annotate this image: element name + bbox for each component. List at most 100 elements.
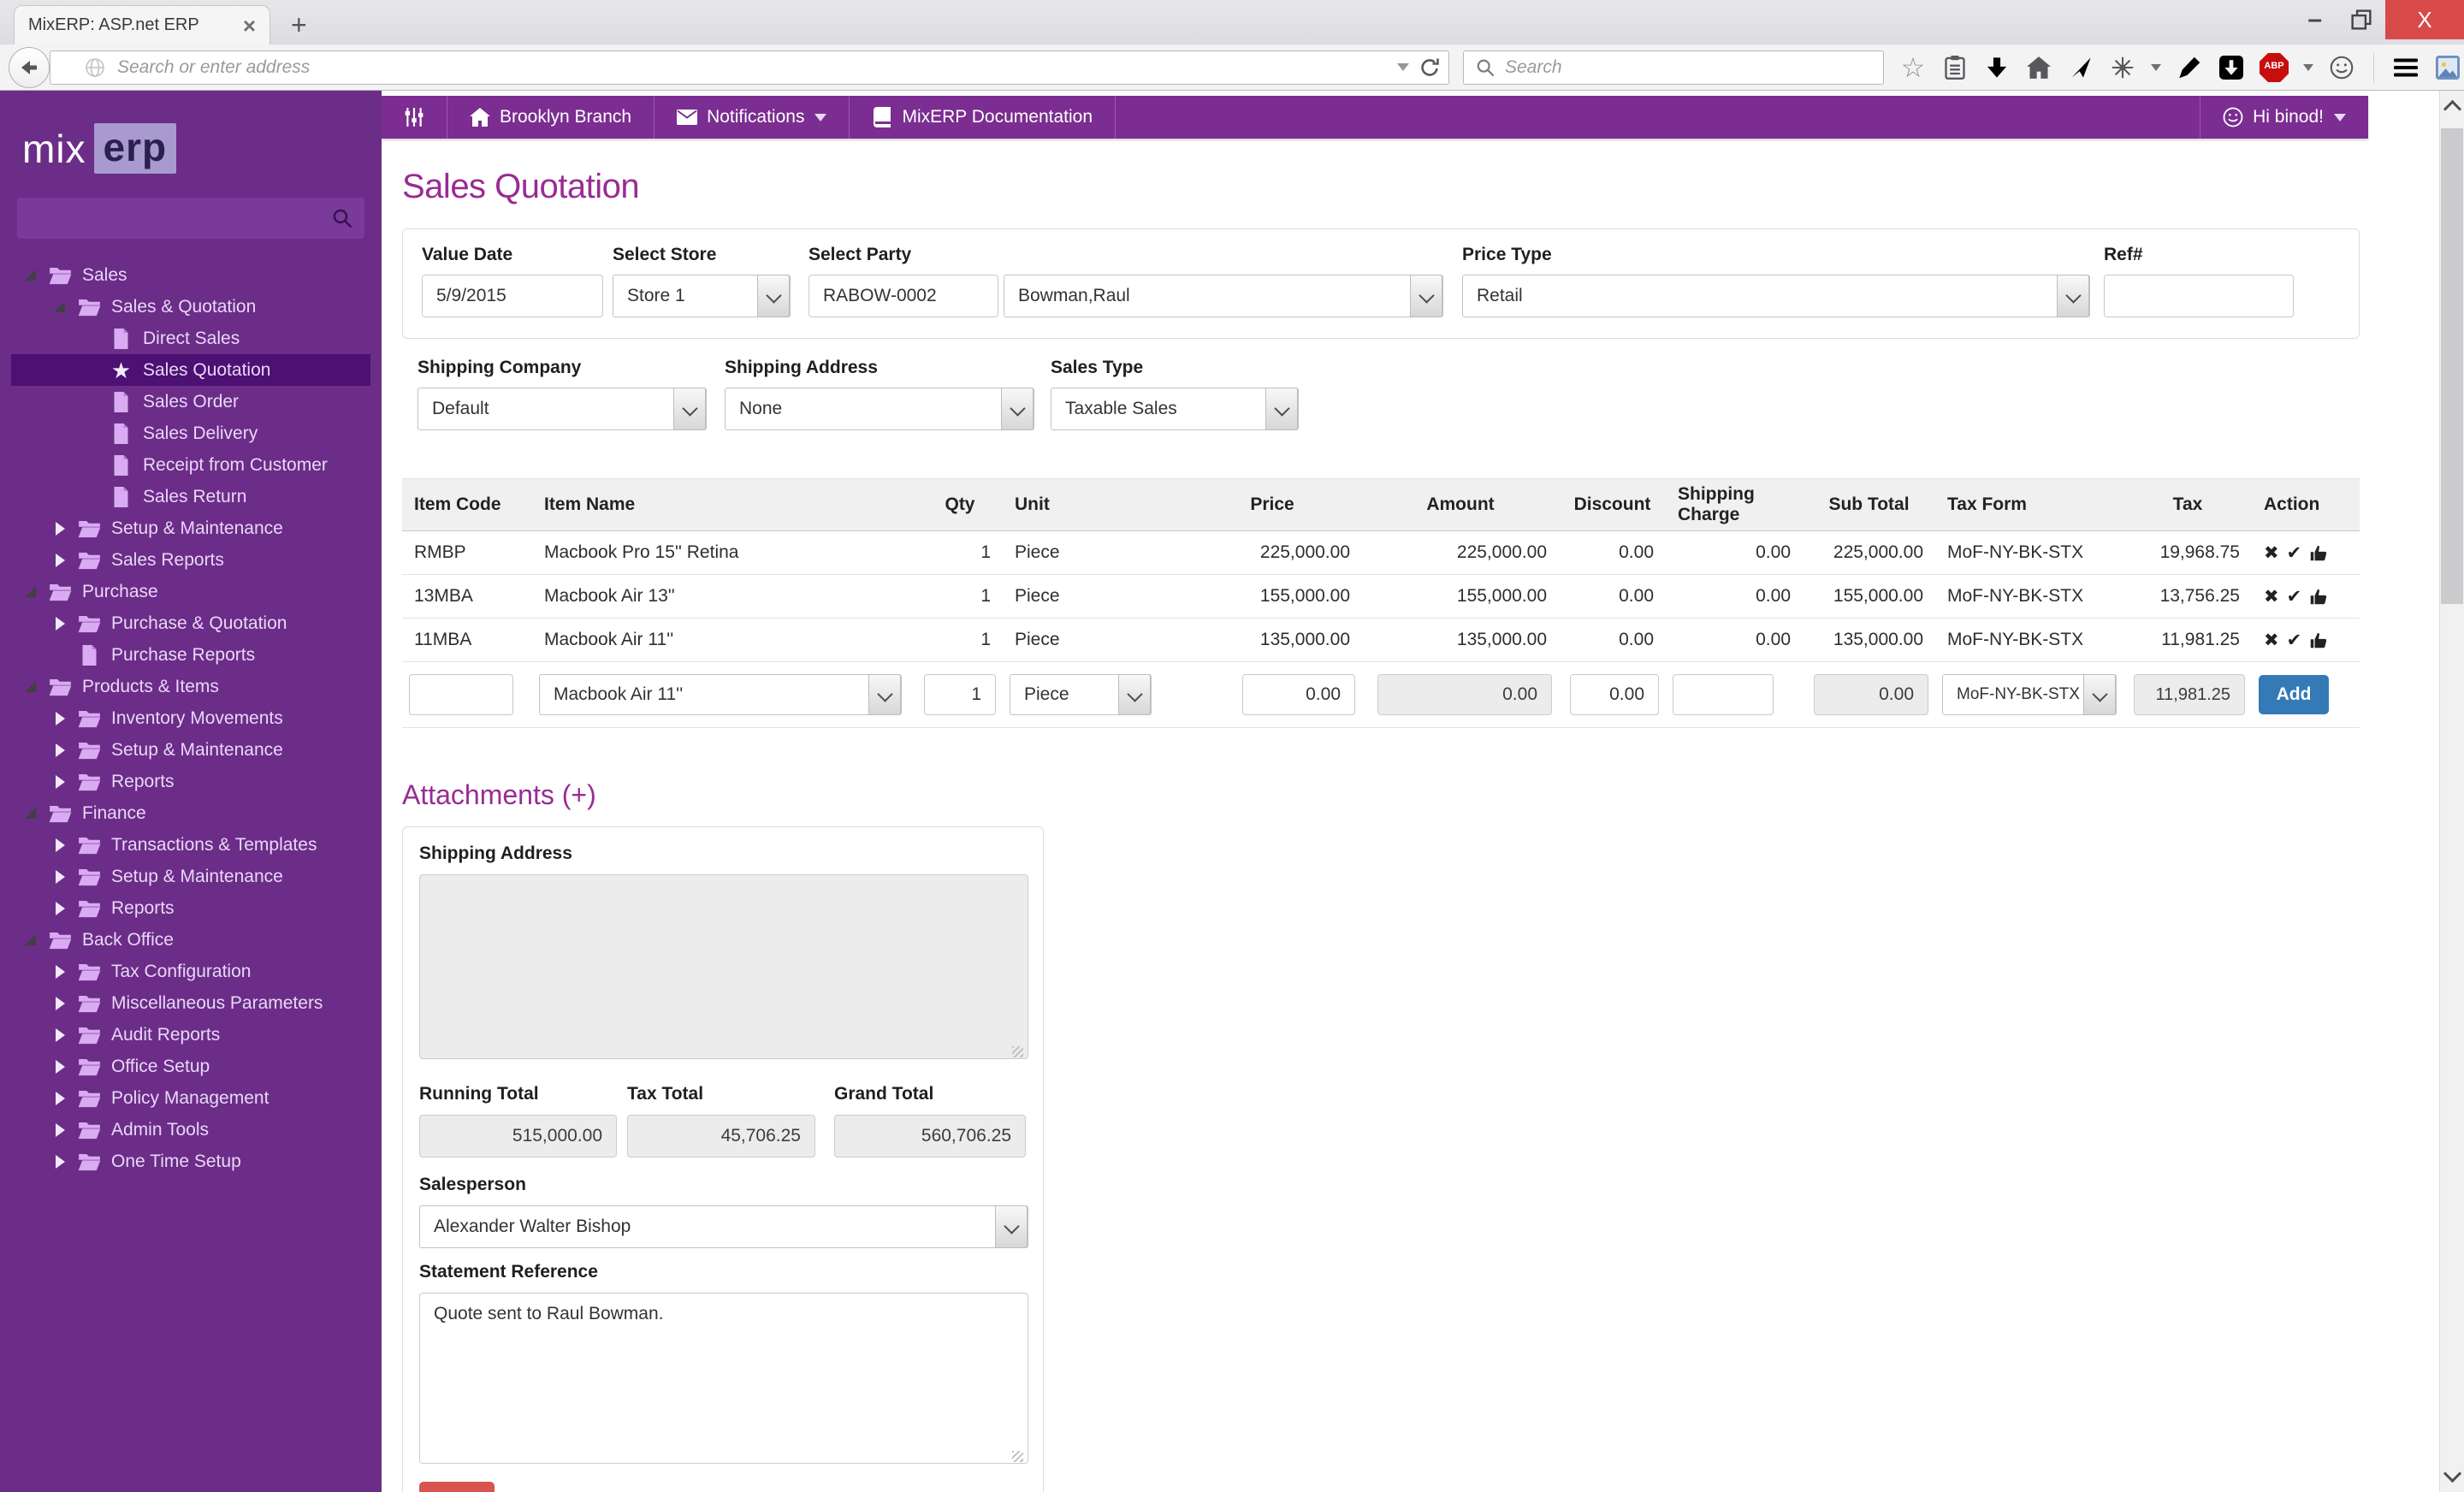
entry-tax-form-select[interactable]: MoF-NY-BK-STX [1942, 674, 2117, 715]
delete-row-icon[interactable]: ✖ [2264, 542, 2279, 564]
adblock-dropdown-icon[interactable] [2303, 63, 2313, 71]
expand-icon[interactable] [53, 616, 67, 631]
sidebar-item-sales[interactable]: Sales [0, 259, 382, 291]
expand-icon[interactable] [53, 711, 67, 725]
tab-close-icon[interactable]: × [243, 15, 256, 37]
sidebar-item-office-setup[interactable]: Office Setup [0, 1051, 382, 1082]
window-close-button[interactable]: X [2385, 0, 2464, 39]
expand-icon[interactable] [53, 1154, 67, 1169]
home-icon[interactable] [2025, 54, 2052, 81]
collapse-icon[interactable] [24, 268, 38, 282]
adblock-icon[interactable]: ABP [2260, 53, 2289, 82]
entry-qty-input[interactable] [924, 674, 996, 715]
notifications-button[interactable]: Notifications [654, 96, 850, 139]
address-dropdown-icon[interactable] [1397, 63, 1409, 71]
collapse-icon[interactable] [24, 932, 38, 947]
download-icon[interactable] [1983, 54, 2011, 81]
sidebar-item-sales-setup[interactable]: Setup & Maintenance [0, 512, 382, 544]
user-menu-button[interactable]: Hi binod! [2200, 96, 2368, 139]
sidebar-item-sales-quotation-group[interactable]: Sales & Quotation [0, 291, 382, 323]
pen-icon[interactable] [2176, 54, 2203, 81]
expand-icon[interactable] [53, 774, 67, 789]
collapse-icon[interactable] [24, 679, 38, 694]
sidebar-item-admin-tools[interactable]: Admin Tools [0, 1114, 382, 1146]
entry-price-input[interactable] [1242, 674, 1355, 715]
sidebar-item-purchase-quotation[interactable]: Purchase & Quotation [0, 607, 382, 639]
sidebar-item-receipt-from-customer[interactable]: Receipt from Customer [0, 449, 382, 481]
delete-row-icon[interactable]: ✖ [2264, 630, 2279, 651]
sidebar-search-input[interactable] [17, 198, 322, 240]
sidebar-item-products-setup[interactable]: Setup & Maintenance [0, 734, 382, 766]
sales-type-select[interactable]: Taxable Sales [1051, 388, 1299, 430]
scroll-down-icon[interactable] [2443, 1464, 2462, 1483]
expand-icon[interactable] [53, 869, 67, 884]
address-bar[interactable] [50, 50, 1449, 85]
sidebar-item-direct-sales[interactable]: Direct Sales [0, 323, 382, 354]
branch-button[interactable]: Brooklyn Branch [447, 96, 655, 139]
address-input[interactable] [116, 56, 1387, 79]
salesperson-select[interactable]: Alexander Walter Bishop [419, 1205, 1028, 1248]
reload-icon[interactable] [1419, 57, 1440, 78]
sidebar-search[interactable] [17, 198, 364, 240]
sidebar-item-policy-management[interactable]: Policy Management [0, 1082, 382, 1114]
thumbs-up-icon[interactable] [2309, 588, 2327, 606]
party-code-input[interactable] [808, 275, 998, 317]
browser-search-input[interactable] [1503, 56, 1875, 79]
send-icon[interactable] [2067, 54, 2094, 81]
sidebar-item-audit-reports[interactable]: Audit Reports [0, 1019, 382, 1051]
emoji-icon[interactable] [2328, 54, 2355, 81]
addon-sparkle-icon[interactable] [2109, 54, 2136, 81]
sidebar-item-products-reports[interactable]: Reports [0, 766, 382, 797]
video-downloader-icon[interactable] [2218, 54, 2245, 81]
resize-grip-icon[interactable] [1012, 1451, 1023, 1462]
add-button[interactable]: Add [2259, 675, 2329, 714]
entry-item-code-input[interactable] [409, 674, 513, 715]
screenshot-icon[interactable] [2434, 54, 2461, 81]
sidebar-item-purchase-reports[interactable]: Purchase Reports [0, 639, 382, 671]
expand-icon[interactable] [53, 964, 67, 979]
sidebar-item-finance-setup[interactable]: Setup & Maintenance [0, 861, 382, 892]
window-restore-button[interactable] [2351, 9, 2372, 30]
new-tab-button[interactable]: + [282, 11, 316, 38]
entry-item-name-select[interactable]: Macbook Air 11'' [539, 674, 902, 715]
expand-icon[interactable] [53, 996, 67, 1010]
expand-icon[interactable] [53, 743, 67, 757]
documentation-button[interactable]: MixERP Documentation [850, 96, 1116, 139]
sidebar-item-inventory-movements[interactable]: Inventory Movements [0, 702, 382, 734]
shipping-company-select[interactable]: Default [418, 388, 707, 430]
statement-reference-textarea[interactable]: Quote sent to Raul Bowman. [419, 1293, 1028, 1464]
scrollbar-thumb[interactable] [2441, 128, 2463, 604]
resize-grip-icon[interactable] [1012, 1046, 1023, 1057]
sidebar-item-back-office[interactable]: Back Office [0, 924, 382, 956]
browser-search-box[interactable] [1463, 50, 1884, 85]
sidebar-item-finance-reports[interactable]: Reports [0, 892, 382, 924]
collapse-icon[interactable] [53, 299, 67, 314]
expand-icon[interactable] [53, 1122, 67, 1137]
sidebar-item-sales-delivery[interactable]: Sales Delivery [0, 417, 382, 449]
delete-row-icon[interactable]: ✖ [2264, 586, 2279, 607]
window-minimize-button[interactable]: – [2292, 7, 2337, 33]
expand-icon[interactable] [53, 1027, 67, 1042]
vertical-scrollbar[interactable] [2439, 91, 2464, 1492]
browser-tab[interactable]: MixERP: ASP.net ERP × [14, 5, 270, 44]
sidebar-item-sales-quotation[interactable]: ★ Sales Quotation [0, 354, 382, 386]
attachments-heading[interactable]: Attachments (+) [402, 779, 2440, 811]
entry-shipping-charge-input[interactable] [1673, 674, 1774, 715]
scroll-up-icon[interactable] [2443, 99, 2462, 119]
apps-menu-button[interactable] [382, 96, 447, 139]
sidebar-item-tax-configuration[interactable]: Tax Configuration [0, 956, 382, 987]
entry-discount-input[interactable] [1570, 674, 1659, 715]
sidebar-item-sales-reports[interactable]: Sales Reports [0, 544, 382, 576]
thumbs-up-icon[interactable] [2309, 631, 2327, 649]
sidebar-item-sales-return[interactable]: Sales Return [0, 481, 382, 512]
expand-icon[interactable] [53, 1059, 67, 1074]
expand-icon[interactable] [53, 901, 67, 915]
sidebar-item-one-time-setup[interactable]: One Time Setup [0, 1146, 382, 1177]
addon-dropdown-icon[interactable] [2151, 63, 2161, 71]
save-button[interactable]: Save [419, 1482, 495, 1492]
edit-row-icon[interactable]: ✔ [2287, 542, 2302, 564]
expand-icon[interactable] [53, 521, 67, 536]
edit-row-icon[interactable]: ✔ [2287, 586, 2302, 607]
collapse-icon[interactable] [24, 584, 38, 599]
ref-input[interactable] [2104, 275, 2294, 317]
